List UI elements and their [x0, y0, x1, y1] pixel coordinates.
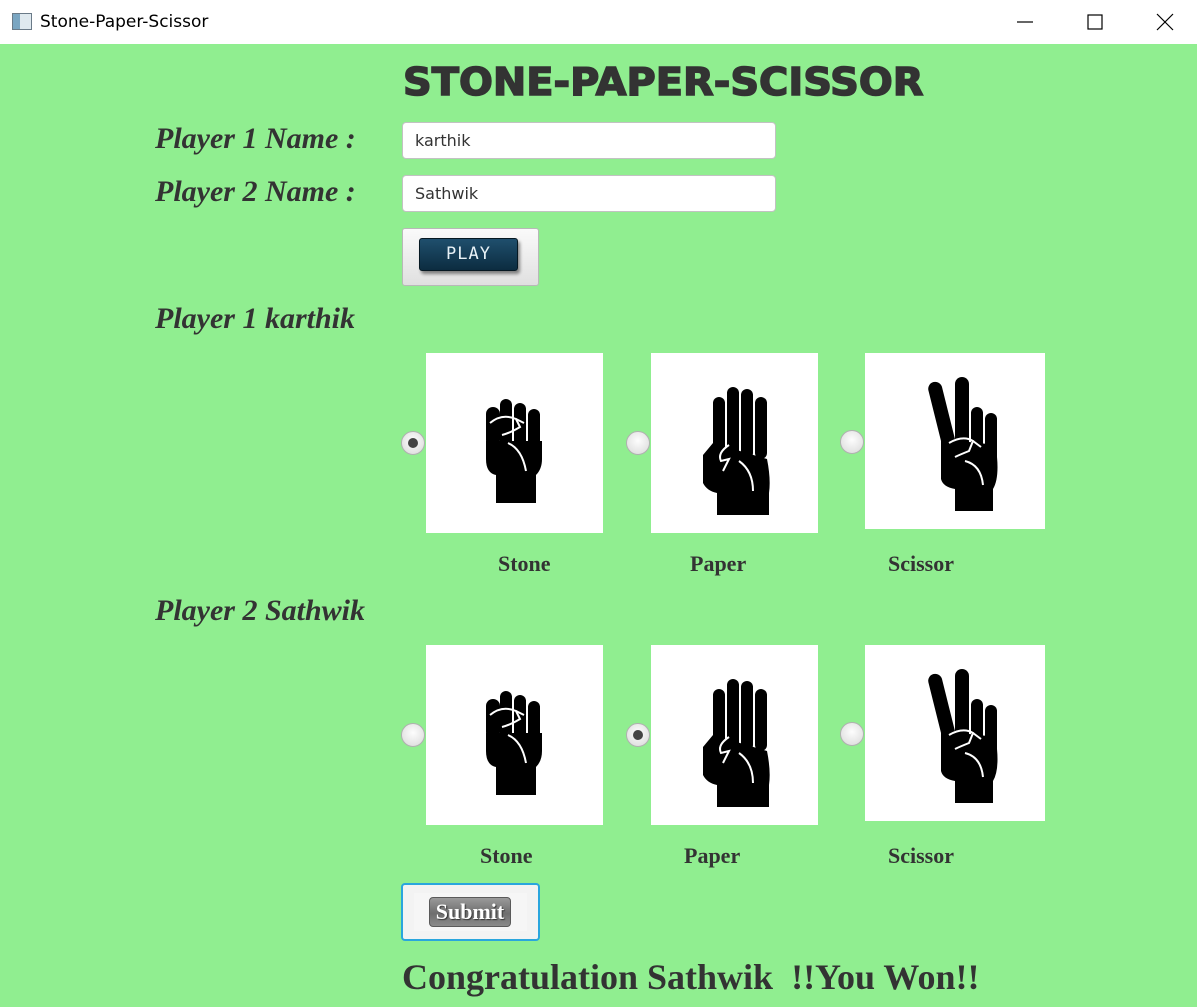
app-icon	[12, 13, 32, 30]
player2-stone-card[interactable]	[426, 645, 603, 825]
submit-button[interactable]: Submit	[401, 883, 540, 941]
window-titlebar: Stone-Paper-Scissor	[0, 0, 1197, 44]
player1-name-input[interactable]: karthik	[402, 122, 776, 159]
player1-scissor-label: Scissor	[888, 551, 954, 576]
player1-paper-label: Paper	[690, 551, 747, 576]
maximize-button[interactable]	[1060, 0, 1130, 44]
submit-button-image: Submit	[414, 893, 527, 931]
player1-stone-label: Stone	[498, 551, 551, 576]
minimize-icon	[1017, 21, 1033, 23]
player1-paper-card[interactable]	[651, 353, 818, 533]
player2-scissor-radio[interactable]	[840, 722, 864, 746]
play-button[interactable]: PLAY	[402, 228, 539, 286]
result-message: Congratulation Sathwik !!You Won!!	[402, 957, 980, 997]
player2-stone-label: Stone	[480, 843, 533, 868]
fist-icon	[485, 690, 543, 796]
minimize-button[interactable]	[990, 0, 1060, 44]
window-title: Stone-Paper-Scissor	[40, 12, 209, 32]
player2-paper-radio[interactable]	[626, 723, 650, 747]
victory-hand-icon	[925, 668, 999, 804]
maximize-icon	[1087, 14, 1103, 30]
player1-stone-radio[interactable]	[401, 431, 425, 455]
fist-icon	[485, 398, 543, 504]
open-hand-icon	[702, 678, 771, 808]
submit-button-label: Submit	[429, 897, 511, 927]
close-button[interactable]	[1130, 0, 1197, 44]
player2-scissor-label: Scissor	[888, 843, 954, 868]
player2-paper-card[interactable]	[651, 645, 818, 825]
player2-scissor-card[interactable]	[865, 645, 1045, 821]
player1-heading: Player 1 karthik	[155, 302, 355, 335]
open-hand-icon	[702, 386, 771, 516]
player1-name-label: Player 1 Name :	[155, 122, 356, 155]
close-icon	[1156, 13, 1174, 31]
player1-scissor-card[interactable]	[865, 353, 1045, 529]
player1-paper-radio[interactable]	[626, 431, 650, 455]
victory-hand-icon	[925, 376, 999, 512]
player2-paper-label: Paper	[684, 843, 741, 868]
player1-scissor-radio[interactable]	[840, 430, 864, 454]
player2-heading: Player 2 Sathwik	[155, 594, 366, 627]
player2-name-input[interactable]: Sathwik	[402, 175, 776, 212]
player2-stone-radio[interactable]	[401, 723, 425, 747]
play-button-label: PLAY	[419, 238, 518, 271]
player2-name-label: Player 2 Name :	[155, 175, 356, 208]
app-title: STONE-PAPER-SCISSOR	[402, 59, 924, 105]
player1-stone-card[interactable]	[426, 353, 603, 533]
